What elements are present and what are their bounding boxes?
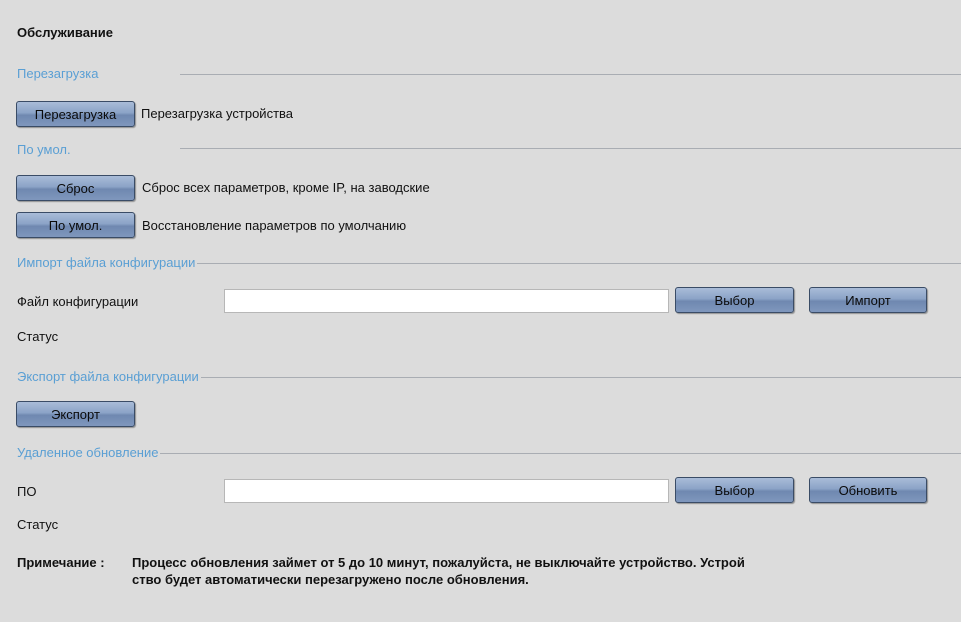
firmware-file-input[interactable] — [224, 479, 669, 503]
config-file-label: Файл конфигурации — [17, 294, 139, 309]
import-status-label: Статус — [17, 329, 59, 344]
note-line-1: Процесс обновления займет от 5 до 10 мин… — [132, 555, 745, 570]
config-browse-button[interactable]: Выбор — [675, 287, 794, 313]
reset-description: Сброс всех параметров, кроме IP, на заво… — [142, 180, 430, 195]
section-label-upgrade: Удаленное обновление — [17, 445, 161, 460]
section-label-export: Экспорт файла конфигурации — [17, 369, 201, 384]
reboot-button[interactable]: Перезагрузка — [16, 101, 135, 127]
upgrade-status-label: Статус — [17, 517, 59, 532]
page-title: Обслуживание — [17, 25, 114, 40]
import-button[interactable]: Импорт — [809, 287, 927, 313]
firmware-browse-button[interactable]: Выбор — [675, 477, 794, 503]
note-line-2: ство будет автоматически перезагружено п… — [132, 572, 529, 587]
section-label-import: Импорт файла конфигурации — [17, 255, 198, 270]
restore-defaults-button[interactable]: По умол. — [16, 212, 135, 238]
restore-description: Восстановление параметров по умолчанию — [142, 218, 407, 233]
note-text: Процесс обновления займет от 5 до 10 мин… — [132, 554, 932, 588]
export-button[interactable]: Экспорт — [16, 401, 135, 427]
section-label-reboot: Перезагрузка — [17, 66, 101, 81]
note-label: Примечание : — [17, 555, 105, 570]
section-label-defaults: По умол. — [17, 142, 73, 157]
upgrade-button[interactable]: Обновить — [809, 477, 927, 503]
reset-button[interactable]: Сброс — [16, 175, 135, 201]
section-divider — [180, 74, 961, 75]
reboot-description: Перезагрузка устройства — [141, 106, 294, 121]
section-divider — [180, 148, 961, 149]
firmware-label: ПО — [17, 484, 37, 499]
maintenance-page: { "page": { "title": "Обслуживание" }, "… — [0, 0, 961, 622]
config-file-input[interactable] — [224, 289, 669, 313]
